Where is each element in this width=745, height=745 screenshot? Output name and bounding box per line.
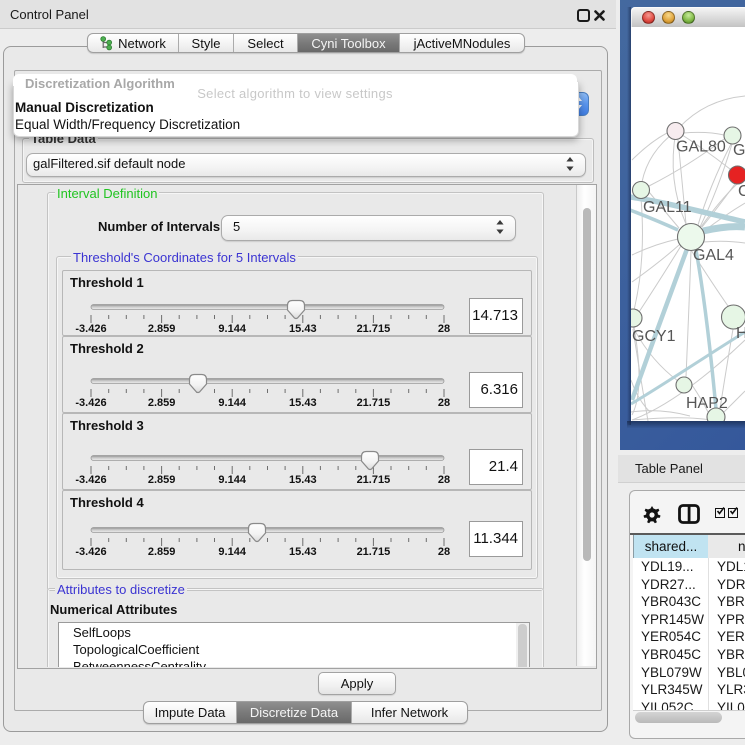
svg-text:GAL4: GAL4 xyxy=(693,247,734,264)
svg-text:21.715: 21.715 xyxy=(357,474,391,486)
svg-text:2.859: 2.859 xyxy=(148,323,176,334)
svg-text:15.43: 15.43 xyxy=(289,323,317,334)
svg-text:28: 28 xyxy=(438,474,450,486)
svg-text:28: 28 xyxy=(438,397,450,409)
svg-text:9.144: 9.144 xyxy=(218,546,246,558)
svg-text:GA: GA xyxy=(733,142,745,159)
svg-text:GCY1: GCY1 xyxy=(632,328,676,345)
svg-text:21.715: 21.715 xyxy=(357,546,391,558)
svg-text:9.144: 9.144 xyxy=(218,323,246,334)
svg-text:15.43: 15.43 xyxy=(289,546,317,558)
svg-text:21.715: 21.715 xyxy=(357,397,391,409)
svg-text:9.144: 9.144 xyxy=(218,397,246,409)
svg-text:-3.426: -3.426 xyxy=(75,546,106,558)
svg-text:HAP2: HAP2 xyxy=(686,395,728,412)
svg-text:GAL11: GAL11 xyxy=(643,199,692,216)
svg-text:-3.426: -3.426 xyxy=(75,323,106,334)
svg-text:C: C xyxy=(738,183,745,200)
svg-text:-3.426: -3.426 xyxy=(75,474,106,486)
svg-text:2.859: 2.859 xyxy=(148,397,176,409)
svg-text:9.144: 9.144 xyxy=(218,474,246,486)
svg-text:21.715: 21.715 xyxy=(357,323,391,334)
svg-text:GAL80: GAL80 xyxy=(676,139,726,156)
svg-text:H: H xyxy=(736,325,745,342)
svg-text:28: 28 xyxy=(438,546,450,558)
svg-text:28: 28 xyxy=(438,323,450,334)
svg-text:15.43: 15.43 xyxy=(289,474,317,486)
svg-text:15.43: 15.43 xyxy=(289,397,317,409)
svg-text:2.859: 2.859 xyxy=(148,546,176,558)
svg-text:2.859: 2.859 xyxy=(148,474,176,486)
svg-text:-3.426: -3.426 xyxy=(75,397,106,409)
